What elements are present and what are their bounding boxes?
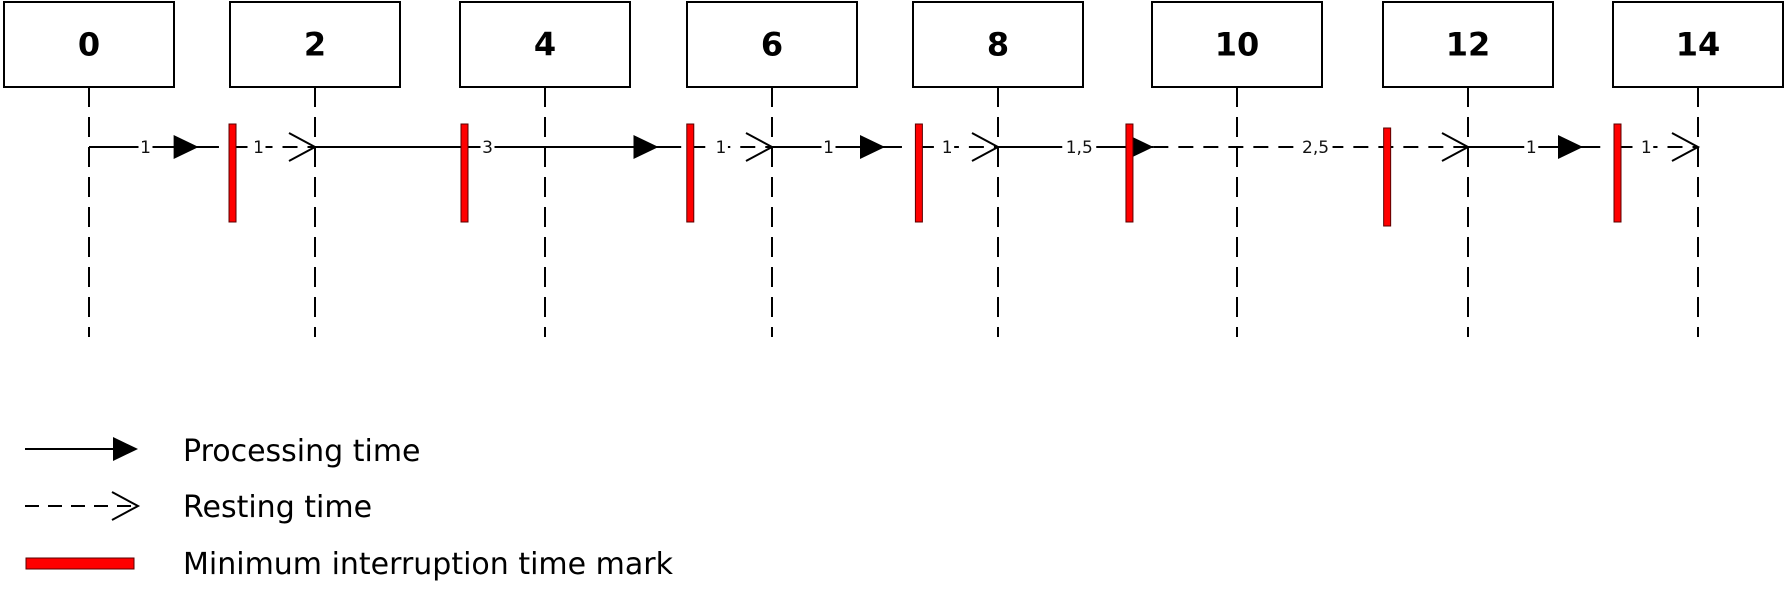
segment-duration-label: 1 (823, 138, 834, 158)
resting-segment (232, 132, 318, 162)
timeline-segments (88, 132, 1701, 162)
time-boxes: 0 2 4 6 8 10 12 14 (3, 1, 1784, 88)
resting-segment (1617, 132, 1701, 162)
time-box: 8 (912, 1, 1084, 88)
legend-item-resting: Resting time (25, 490, 372, 525)
interruption-mark (1383, 127, 1392, 227)
time-box: 4 (459, 1, 631, 88)
segment-duration-label: 2,5 (1302, 138, 1329, 158)
interruption-mark (686, 123, 695, 223)
legend-item-processing: Processing time (25, 434, 421, 469)
time-box-label: 4 (534, 26, 556, 64)
segment-duration-label: 1 (140, 138, 151, 158)
interruption-mark (914, 123, 923, 223)
interruption-marks (228, 123, 1622, 227)
filled-arrowhead-icon (633, 135, 659, 159)
segment-duration-label: 1 (716, 138, 727, 158)
legend-label-resting: Resting time (183, 490, 372, 525)
time-box: 0 (3, 1, 175, 88)
timeline-diagram: 0 2 4 6 8 10 12 14 1 1 3 1 1 1 1,5 2,5 1 1 Processing ti… (3, 1, 1784, 582)
filled-arrowhead-icon (860, 135, 885, 159)
legend-label-interruption: Minimum interruption time mark (183, 547, 674, 582)
processing-segment (315, 135, 682, 159)
time-box: 10 (1151, 1, 1323, 88)
time-box-label: 8 (987, 26, 1009, 64)
time-box: 12 (1382, 1, 1554, 88)
lifelines (88, 87, 1699, 337)
filled-arrowhead-icon (173, 135, 199, 159)
legend-item-interruption: Minimum interruption time mark (25, 547, 674, 582)
processing-segment (772, 135, 902, 159)
time-box-label: 10 (1215, 26, 1260, 64)
segment-duration-label: 1 (1526, 138, 1537, 158)
filled-arrowhead-icon (113, 437, 138, 461)
interruption-mark (228, 123, 237, 223)
interruption-mark (460, 123, 469, 223)
time-box: 6 (686, 1, 858, 88)
processing-segment (89, 135, 219, 159)
resting-segment (690, 132, 775, 162)
filled-arrowhead-icon (1558, 135, 1583, 159)
time-box-label: 6 (761, 26, 783, 64)
segment-duration-label: 3 (482, 138, 493, 158)
segment-duration-label: 1 (942, 138, 953, 158)
time-box: 2 (229, 1, 401, 88)
time-box: 14 (1612, 1, 1784, 88)
interruption-mark (1125, 123, 1134, 223)
time-box-label: 12 (1446, 26, 1491, 64)
legend: Processing time Resting time Minimum int… (25, 434, 674, 582)
interruption-mark (1613, 123, 1622, 223)
resting-segment (918, 132, 1001, 162)
time-box-label: 0 (78, 26, 100, 64)
time-box-label: 2 (304, 26, 326, 64)
segment-duration-label: 1,5 (1066, 138, 1093, 158)
legend-label-processing: Processing time (183, 434, 421, 469)
segment-duration-label: 1 (253, 138, 264, 158)
segment-duration-label: 1 (1641, 138, 1652, 158)
interruption-mark-icon (25, 557, 135, 570)
time-box-label: 14 (1676, 26, 1721, 64)
